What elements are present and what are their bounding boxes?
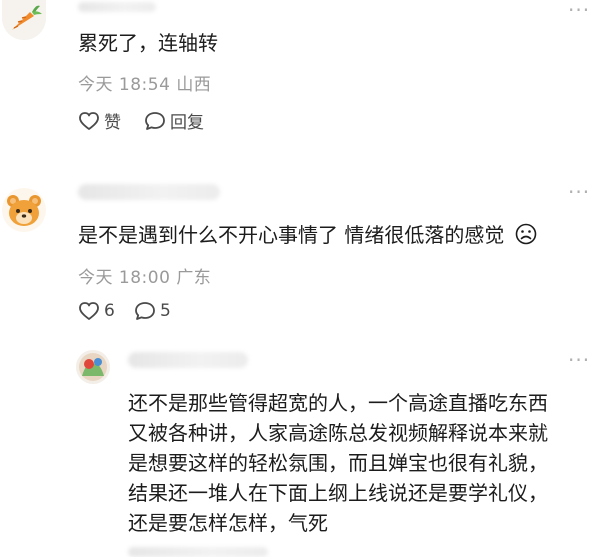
comment-bubble-icon [145, 111, 165, 130]
reply-line: 又被各种讲，人家高途陈总发视频解释说本来就 [128, 421, 548, 445]
comment-time: 今天 18:54 [78, 75, 171, 95]
reply-line: 结果还一堆人在下面上纲上线说还是要学礼仪， [128, 481, 548, 505]
heart-icon [79, 302, 99, 320]
avatar-image [76, 350, 110, 384]
comment-location: 山西 [176, 75, 212, 95]
reply-line: 还是要怎样怎样，气死 [128, 511, 328, 535]
heart-icon [79, 111, 99, 130]
comment-time: 今天 18:00 [78, 268, 171, 288]
comment-text: 是不是遇到什么不开心事情了 情绪很低落的感觉 [78, 220, 537, 250]
username-blurred[interactable] [78, 184, 220, 200]
like-count: 6 [104, 301, 115, 321]
like-button[interactable]: 6 [78, 301, 115, 321]
reply-button[interactable]: 回复 [144, 108, 204, 133]
comment-location: 广东 [176, 268, 212, 288]
comment-meta: 今天 18:00 广东 [78, 263, 211, 288]
carrot-icon [2, 0, 46, 40]
comment-text: 累死了，连轴转 [78, 31, 218, 55]
more-dots-icon[interactable]: ··· [568, 182, 590, 202]
like-label: 赞 [104, 113, 121, 133]
reply-line: 还不是那些管得超宽的人，一个高途直播吃东西 [128, 391, 548, 415]
sad-face-icon [515, 223, 537, 245]
username-blurred[interactable] [128, 352, 248, 368]
reply-label: 回复 [170, 113, 204, 133]
reply-button[interactable]: 5 [134, 301, 171, 321]
avatar-carrot[interactable] [2, 0, 46, 40]
reply-line: 是想要这样的轻松氛围，而且婵宝也很有礼貌， [128, 451, 548, 475]
avatar-bear[interactable] [2, 188, 46, 232]
comment-text-body: 是不是遇到什么不开心事情了 情绪很低落的感觉 [78, 223, 505, 247]
username-blurred[interactable] [78, 2, 156, 12]
reply-count: 5 [160, 301, 171, 321]
more-dots-icon[interactable]: ··· [568, 0, 590, 20]
more-dots-icon[interactable]: ··· [568, 350, 590, 370]
comment-meta: 今天 18:54 山西 [78, 70, 211, 95]
bear-icon [7, 195, 41, 226]
next-username-blurred [128, 547, 268, 557]
avatar-reply[interactable] [76, 350, 110, 384]
like-button[interactable]: 赞 [78, 108, 121, 133]
comment-bubble-icon [135, 302, 155, 320]
reply-text: 还不是那些管得超宽的人，一个高途直播吃东西 又被各种讲，人家高途陈总发视频解释说… [128, 388, 598, 538]
